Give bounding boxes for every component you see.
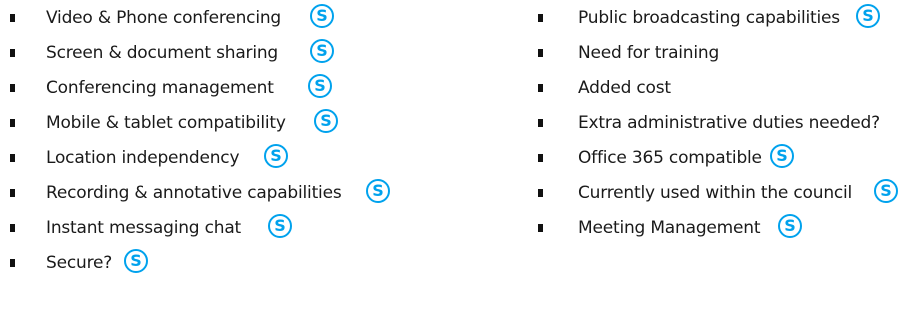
skype-icon (366, 179, 390, 203)
skype-icon (874, 179, 898, 203)
list-item-label: Instant messaging chat (46, 218, 242, 238)
skype-icon (264, 144, 288, 168)
list-item-label: Video & Phone conferencing (46, 8, 282, 28)
list-item: Location independency (0, 140, 460, 176)
list-item: Instant messaging chat (0, 210, 460, 246)
list-item-label: Added cost (578, 78, 671, 98)
bullet-icon (538, 49, 543, 57)
list-item-label: Extra administrative duties needed? (578, 113, 880, 133)
bullet-icon (10, 49, 15, 57)
list-item-label: Meeting Management (578, 218, 761, 238)
bullet-icon (538, 119, 543, 127)
list-item: Conferencing management (0, 70, 460, 106)
bullet-icon (10, 224, 15, 232)
list-item-label: Mobile & tablet compatibility (46, 113, 286, 133)
list-item-label: Conferencing management (46, 78, 274, 98)
list-item: Public broadcasting capabilities (530, 0, 901, 36)
skype-icon (770, 144, 794, 168)
list-item: Mobile & tablet compatibility (0, 105, 460, 141)
list-item: Meeting Management (530, 210, 901, 246)
skype-icon (314, 109, 338, 133)
skype-icon (124, 249, 148, 273)
bullet-icon (538, 84, 543, 92)
list-item: Currently used within the council (530, 175, 901, 211)
bullet-icon (538, 154, 543, 162)
skype-icon (268, 214, 292, 238)
skype-icon (856, 4, 880, 28)
skype-icon (310, 39, 334, 63)
list-item-label: Recording & annotative capabilities (46, 183, 342, 203)
list-item-label: Location independency (46, 148, 240, 168)
list-item: Video & Phone conferencing (0, 0, 460, 36)
list-item: Need for training (530, 35, 901, 71)
list-item-label: Screen & document sharing (46, 43, 279, 63)
skype-icon (308, 74, 332, 98)
bullet-icon (10, 259, 15, 267)
bullet-icon (538, 189, 543, 197)
list-item: Secure? (0, 245, 460, 281)
list-item: Extra administrative duties needed? (530, 105, 901, 141)
bullet-icon (538, 224, 543, 232)
list-item: Office 365 compatible (530, 140, 901, 176)
skype-icon (310, 4, 334, 28)
bullet-icon (10, 84, 15, 92)
list-item: Added cost (530, 70, 901, 106)
bullet-icon (10, 119, 15, 127)
list-item-label: Secure? (46, 253, 113, 273)
bullet-icon (538, 14, 543, 22)
bullet-icon (10, 154, 15, 162)
list-item-label: Public broadcasting capabilities (578, 8, 840, 28)
bullet-icon (10, 14, 15, 22)
list-item-label: Need for training (578, 43, 720, 63)
list-item: Screen & document sharing (0, 35, 460, 71)
skype-icon (778, 214, 802, 238)
list-item-label: Currently used within the council (578, 183, 853, 203)
list-item-label: Office 365 compatible (578, 148, 762, 168)
list-item: Recording & annotative capabilities (0, 175, 460, 211)
bullet-icon (10, 189, 15, 197)
